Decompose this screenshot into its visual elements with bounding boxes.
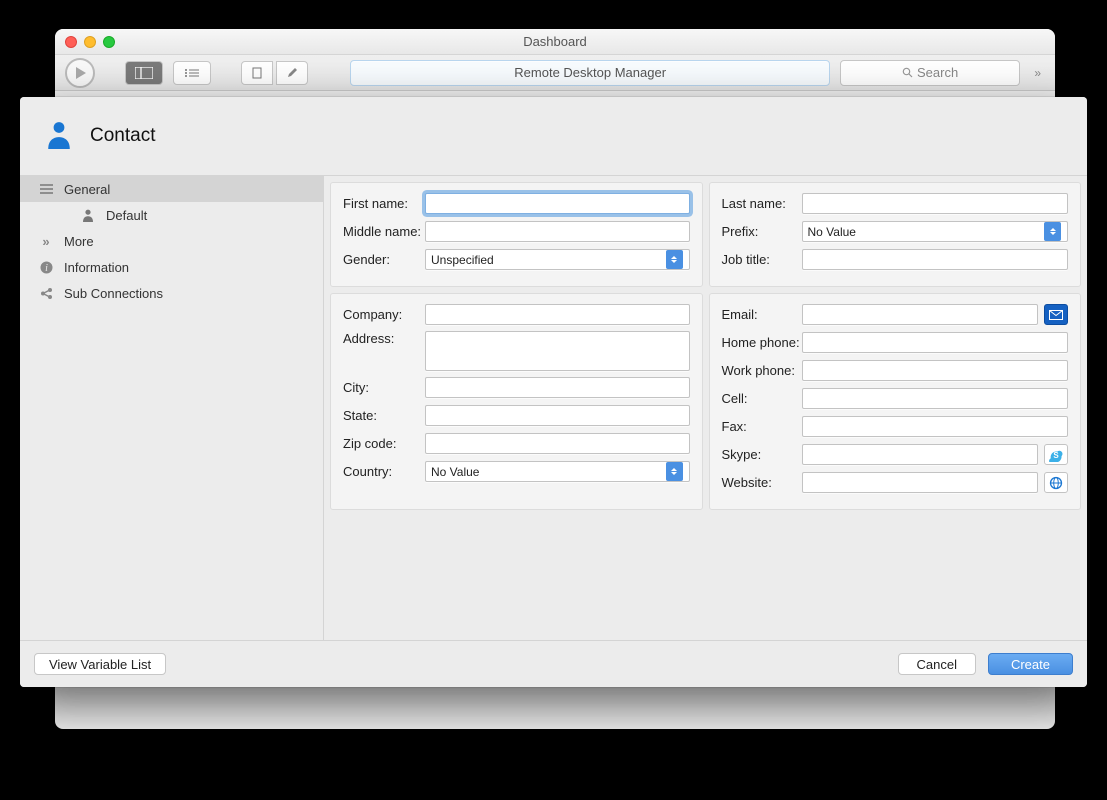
form-content: First name: Middle name: Gender: Unspeci…: [324, 176, 1087, 640]
chevron-updown-icon: [1044, 222, 1061, 241]
chevrons-icon: »: [38, 234, 54, 249]
toolbar-overflow-button[interactable]: »: [1030, 66, 1045, 80]
zip-input[interactable]: [425, 433, 690, 454]
sidebar-label: Information: [64, 260, 129, 275]
panel-toggle-button[interactable]: [125, 61, 163, 85]
cancel-button[interactable]: Cancel: [898, 653, 976, 675]
personal-left-panel: First name: Middle name: Gender: Unspeci…: [330, 182, 703, 287]
sidebar-label: More: [64, 234, 94, 249]
company-input[interactable]: [425, 304, 690, 325]
search-field-back[interactable]: Search: [840, 60, 1020, 86]
sidebar: General Default » More i Information: [20, 176, 324, 640]
traffic-lights: [65, 36, 115, 48]
contact-panel: Email: Home phone: Work phone: Cell: Fax…: [709, 293, 1082, 510]
view-variable-list-button[interactable]: View Variable List: [34, 653, 166, 675]
label: Gender:: [343, 252, 425, 267]
address-panel: Company: Address: City: State: Zip code:…: [330, 293, 703, 510]
label: Job title:: [722, 252, 802, 267]
contact-dialog: Contact General Default » More: [20, 97, 1087, 687]
label: Website:: [722, 475, 802, 490]
last-name-input[interactable]: [802, 193, 1069, 214]
sidebar-label: General: [64, 182, 110, 197]
sidebar-label: Sub Connections: [64, 286, 163, 301]
svg-text:S: S: [1053, 451, 1059, 460]
select-value: No Value: [431, 465, 479, 479]
label: Skype:: [722, 447, 802, 462]
work-phone-input[interactable]: [802, 360, 1069, 381]
sidebar-item-general[interactable]: General: [20, 176, 323, 202]
dialog-title: Contact: [90, 125, 155, 147]
sidebar-item-information[interactable]: i Information: [20, 254, 323, 280]
label: Home phone:: [722, 335, 802, 350]
window-title: Dashboard: [523, 34, 587, 49]
list-toggle-button[interactable]: [173, 61, 211, 85]
toolbar: Remote Desktop Manager Search »: [55, 55, 1055, 91]
info-icon: i: [38, 261, 54, 274]
country-select[interactable]: No Value: [425, 461, 690, 482]
sidebar-item-default[interactable]: Default: [20, 202, 323, 228]
label: Prefix:: [722, 224, 802, 239]
first-name-input[interactable]: [425, 193, 690, 214]
create-button[interactable]: Create: [988, 653, 1073, 675]
share-icon: [38, 287, 54, 300]
job-title-input[interactable]: [802, 249, 1069, 270]
search-icon: [902, 67, 913, 78]
titlebar: Dashboard: [55, 29, 1055, 55]
label: State:: [343, 408, 425, 423]
label: Cell:: [722, 391, 802, 406]
doc-button[interactable]: [241, 61, 273, 85]
label: Last name:: [722, 196, 802, 211]
minimize-window-button[interactable]: [84, 36, 96, 48]
middle-name-input[interactable]: [425, 221, 690, 242]
website-input[interactable]: [802, 472, 1039, 493]
dialog-header: Contact: [20, 97, 1087, 176]
label: Company:: [343, 307, 425, 322]
label: Country:: [343, 464, 425, 479]
open-website-button[interactable]: [1044, 472, 1068, 493]
cell-input[interactable]: [802, 388, 1069, 409]
label: First name:: [343, 196, 425, 211]
label: Work phone:: [722, 363, 802, 378]
sidebar-item-more[interactable]: » More: [20, 228, 323, 254]
chevron-updown-icon: [666, 250, 683, 269]
select-value: Unspecified: [431, 253, 494, 267]
contact-icon: [46, 121, 72, 152]
fax-input[interactable]: [802, 416, 1069, 437]
label: City:: [343, 380, 425, 395]
email-input[interactable]: [802, 304, 1039, 325]
globe-icon: [1049, 476, 1063, 490]
envelope-icon: [1049, 310, 1063, 320]
hamburger-icon: [38, 184, 54, 194]
sidebar-label: Default: [106, 208, 147, 223]
play-button[interactable]: [65, 58, 95, 88]
close-window-button[interactable]: [65, 36, 77, 48]
search-placeholder: Search: [917, 65, 958, 80]
select-value: No Value: [808, 225, 856, 239]
sidebar-item-sub-connections[interactable]: Sub Connections: [20, 280, 323, 306]
dialog-footer: View Variable List Cancel Create: [20, 640, 1087, 687]
label: Address:: [343, 331, 425, 346]
label: Fax:: [722, 419, 802, 434]
label: Email:: [722, 307, 802, 322]
edit-button[interactable]: [276, 61, 308, 85]
personal-right-panel: Last name: Prefix: No Value Job title:: [709, 182, 1082, 287]
skype-icon: S: [1049, 448, 1063, 462]
address-bar[interactable]: Remote Desktop Manager: [350, 60, 830, 86]
gender-select[interactable]: Unspecified: [425, 249, 690, 270]
label: Middle name:: [343, 224, 425, 239]
city-input[interactable]: [425, 377, 690, 398]
label: Zip code:: [343, 436, 425, 451]
home-phone-input[interactable]: [802, 332, 1069, 353]
skype-input[interactable]: [802, 444, 1039, 465]
maximize-window-button[interactable]: [103, 36, 115, 48]
person-icon: [80, 209, 96, 222]
prefix-select[interactable]: No Value: [802, 221, 1069, 242]
address-input[interactable]: [425, 331, 690, 371]
send-email-button[interactable]: [1044, 304, 1068, 325]
svg-text:i: i: [45, 263, 48, 274]
play-icon: [76, 67, 86, 79]
skype-button[interactable]: S: [1044, 444, 1068, 465]
state-input[interactable]: [425, 405, 690, 426]
chevron-updown-icon: [666, 462, 683, 481]
